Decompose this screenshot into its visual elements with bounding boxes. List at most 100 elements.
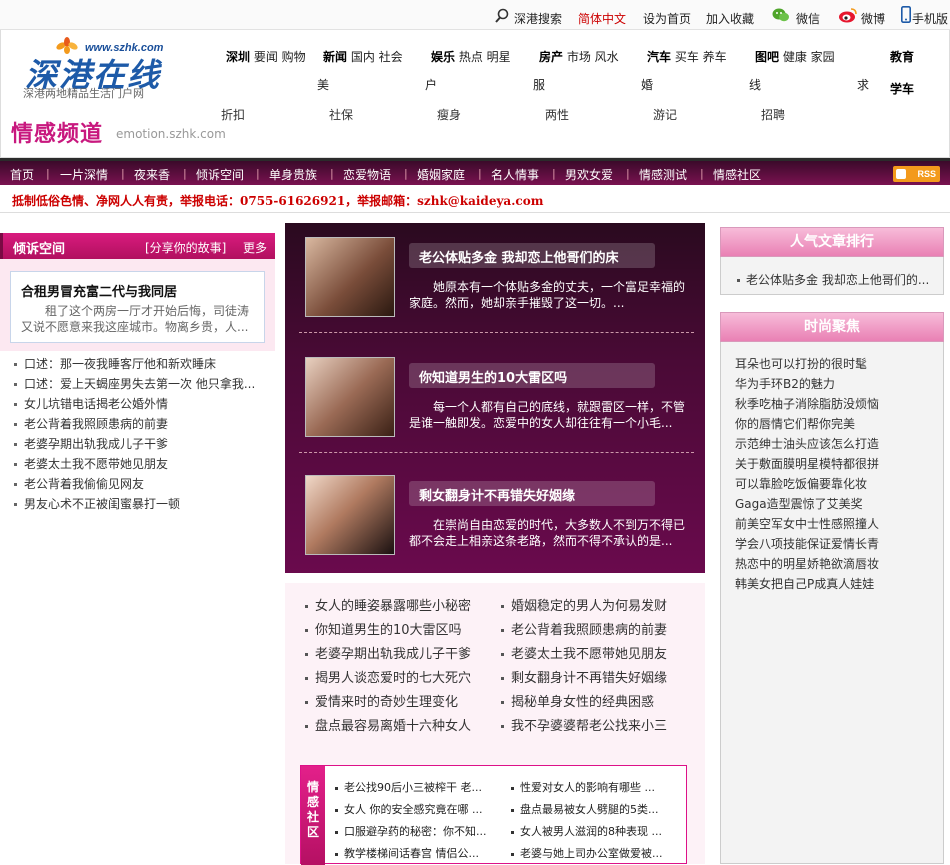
list-item[interactable]: 你知道男生的10大雷区吗 <box>305 619 462 638</box>
menu-item-home[interactable]: 首页 <box>10 166 34 183</box>
community-item[interactable]: 口服避孕药的秘密：你不知... <box>335 823 497 839</box>
topbar-set-homepage-link[interactable]: 设为首页 <box>643 10 691 27</box>
community-item[interactable]: 女人 你的安全感究竟在哪 ... <box>335 801 497 817</box>
story-title[interactable]: 你知道男生的10大雷区吗 <box>409 363 655 388</box>
community-item[interactable]: 教学楼梯间话春宫 情侣公... <box>335 845 497 861</box>
list-item[interactable]: 男友心术不正被闺蜜暴打一顿 <box>14 495 264 512</box>
topbar-wechat-link[interactable]: 微信 <box>796 10 820 27</box>
menu-item[interactable]: 男欢女爱 <box>565 166 613 183</box>
list-item[interactable]: 女人的睡姿暴露哪些小秘密 <box>305 595 471 614</box>
featured-story[interactable]: 合租男冒充富二代与我同居 租了这个两房一厅才开始后悔，司徒涛又说不愿意来我这座城… <box>10 271 265 343</box>
story-title[interactable]: 老公体贴多金 我却恋上他哥们的床 <box>409 243 655 268</box>
fashion-item[interactable]: 热恋中的明星娇艳欲滴唇妆 <box>735 555 879 572</box>
fashion-item[interactable]: 华为手环B2的魅力 <box>735 375 835 392</box>
list-item[interactable]: 爱情来时的奇妙生理变化 <box>305 691 458 710</box>
topbar-weibo-link[interactable]: 微博 <box>861 10 885 27</box>
list-item[interactable]: 揭男人谈恋爱时的七大死穴 <box>305 667 471 686</box>
story-card[interactable]: 老公体贴多金 我却恋上他哥们的床 她原本有一个体贴多金的丈夫，一个富足幸福的家庭… <box>299 223 694 333</box>
phone-icon[interactable] <box>901 6 911 26</box>
list-item[interactable]: 老婆太土我不愿带她见朋友 <box>14 455 264 472</box>
story-card[interactable]: 你知道男生的10大雷区吗 每一个人都有自己的底线，就跟雷区一样，不管是谁一触即发… <box>299 343 694 453</box>
nav-group-entertainment[interactable]: 娱乐 热点 明星 <box>431 48 531 65</box>
menu-item[interactable]: 倾诉空间 <box>196 166 244 183</box>
weibo-icon[interactable] <box>838 7 858 26</box>
story-image[interactable] <box>305 357 395 437</box>
nav-group-realestate[interactable]: 房产 市场 风水 <box>539 48 639 65</box>
nav-group-news[interactable]: 新闻 国内 社会 <box>323 48 423 65</box>
menu-item[interactable]: 一片深情 <box>60 166 108 183</box>
nav-row2-item[interactable]: 学车 <box>890 80 914 97</box>
menu-separator: | <box>478 167 482 180</box>
ranking-item[interactable]: 老公体贴多金 我却恋上他哥们的... <box>737 271 937 288</box>
nav-group-education[interactable]: 教育 <box>890 48 950 65</box>
menu-item[interactable]: 单身贵族 <box>269 166 317 183</box>
nav-group-shenzhen[interactable]: 深圳 要闻 购物 <box>226 48 316 65</box>
topbar-search-link[interactable]: 深港搜索 <box>514 10 562 27</box>
menu-item[interactable]: 夜来香 <box>134 166 170 183</box>
topbar-simplified-chinese-link[interactable]: 简体中文 <box>578 10 626 27</box>
share-story-link[interactable]: [分享你的故事] <box>145 239 226 256</box>
featured-story-title[interactable]: 合租男冒充富二代与我同居 <box>21 281 177 300</box>
story-title[interactable]: 剩女翻身计不再错失好姻缘 <box>409 481 655 506</box>
community-item[interactable]: 老公找90后小三被榨干 老... <box>335 779 497 795</box>
fashion-item[interactable]: 秋季吃柚子消除脂肪没烦恼 <box>735 395 879 412</box>
nav-row3-item[interactable]: 瘦身 <box>437 106 461 123</box>
topbar-mobile-link[interactable]: 手机版 <box>912 10 948 27</box>
list-item[interactable]: 老公背着我照顾患病的前妻 <box>14 415 264 432</box>
community-item[interactable]: 女人被男人滋润的8种表现 ... <box>511 823 675 839</box>
fashion-item[interactable]: 前美空军女中士性感照撞人 <box>735 515 879 532</box>
fashion-item[interactable]: 韩美女把自己P成真人娃娃 <box>735 575 874 592</box>
story-image[interactable] <box>305 475 395 555</box>
nav-row2-item[interactable]: 户 <box>425 76 437 93</box>
nav-row3-item[interactable]: 两性 <box>545 106 569 123</box>
story-image[interactable] <box>305 237 395 317</box>
community-item[interactable]: 盘点最易被女人劈腿的5类... <box>511 801 675 817</box>
list-item[interactable]: 老公背着我偷偷见网友 <box>14 475 264 492</box>
list-item[interactable]: 揭秘单身女性的经典困惑 <box>501 691 654 710</box>
menu-item[interactable]: 婚姻家庭 <box>417 166 465 183</box>
rss-icon <box>896 169 906 179</box>
rss-button[interactable]: RSS <box>893 166 940 182</box>
more-link[interactable]: 更多 <box>243 239 267 256</box>
nav-row3-item[interactable]: 折扣 <box>221 106 245 123</box>
nav-row3-item[interactable]: 招聘 <box>761 106 785 123</box>
list-item[interactable]: 口述：那一夜我睡客厅他和新欢睡床 <box>14 355 264 372</box>
community-item[interactable]: 性爱对女人的影响有哪些 ... <box>511 779 675 795</box>
nav-row3-item[interactable]: 社保 <box>329 106 353 123</box>
nav-row2-item[interactable]: 服 <box>533 76 545 93</box>
nav-row2-item[interactable]: 线 <box>749 76 761 93</box>
menu-item[interactable]: 情感测试 <box>639 166 687 183</box>
community-label[interactable]: 情感社区 <box>301 766 325 865</box>
list-item[interactable]: 婚姻稳定的男人为何易发财 <box>501 595 667 614</box>
list-item[interactable]: 我不孕婆婆帮老公找来小三 <box>501 715 667 734</box>
fashion-item[interactable]: 关于敷面膜明星模特都很拼 <box>735 455 879 472</box>
topbar-add-favorite-link[interactable]: 加入收藏 <box>706 10 754 27</box>
menu-item[interactable]: 名人情事 <box>491 166 539 183</box>
nav-group-photos[interactable]: 图吧 健康 家园 <box>755 48 865 65</box>
fashion-item[interactable]: 你的唇情它们帮你完美 <box>735 415 855 432</box>
nav-row2-item[interactable]: 婚 <box>641 76 653 93</box>
menu-item[interactable]: 恋爱物语 <box>343 166 391 183</box>
wechat-icon[interactable] <box>772 7 790 26</box>
fashion-item[interactable]: 学会八项技能保证爱情长青 <box>735 535 879 552</box>
list-item[interactable]: 口述：爱上天蝎座男失去第一次 他只拿我... <box>14 375 264 392</box>
menu-item[interactable]: 情感社区 <box>713 166 761 183</box>
nav-group-auto[interactable]: 汽车 买车 养车 <box>647 48 747 65</box>
nav-row2-item[interactable]: 求 <box>857 76 869 93</box>
fashion-item[interactable]: 可以靠脸吃饭偏要靠化妆 <box>735 475 867 492</box>
fashion-item[interactable]: 耳朵也可以打扮的很时髦 <box>735 355 867 372</box>
list-item[interactable]: 女儿坑错电话揭老公婚外情 <box>14 395 264 412</box>
list-item[interactable]: 盘点最容易离婚十六种女人 <box>305 715 471 734</box>
list-item[interactable]: 老婆孕期出轨我成儿子干爹 <box>305 643 471 662</box>
list-item[interactable]: 老公背着我照顾患病的前妻 <box>501 619 667 638</box>
list-item[interactable]: 老婆孕期出轨我成儿子干爹 <box>14 435 264 452</box>
fashion-item[interactable]: Gaga造型震惊了艾美奖 <box>735 495 863 512</box>
community-item[interactable]: 老婆与她上司办公室做爱被... <box>511 845 675 861</box>
list-item[interactable]: 剩女翻身计不再错失好姻缘 <box>501 667 667 686</box>
search-icon[interactable] <box>494 8 510 27</box>
fashion-item[interactable]: 示范绅士油头应该怎么打造 <box>735 435 879 452</box>
nav-row3-item[interactable]: 游记 <box>653 106 677 123</box>
nav-row2-item[interactable]: 美 <box>317 76 329 93</box>
story-card[interactable]: 剩女翻身计不再错失好姻缘 在崇尚自由恋爱的时代，大多数人不到万不得已都不会走上相… <box>299 461 694 571</box>
list-item[interactable]: 老婆太土我不愿带她见朋友 <box>501 643 667 662</box>
